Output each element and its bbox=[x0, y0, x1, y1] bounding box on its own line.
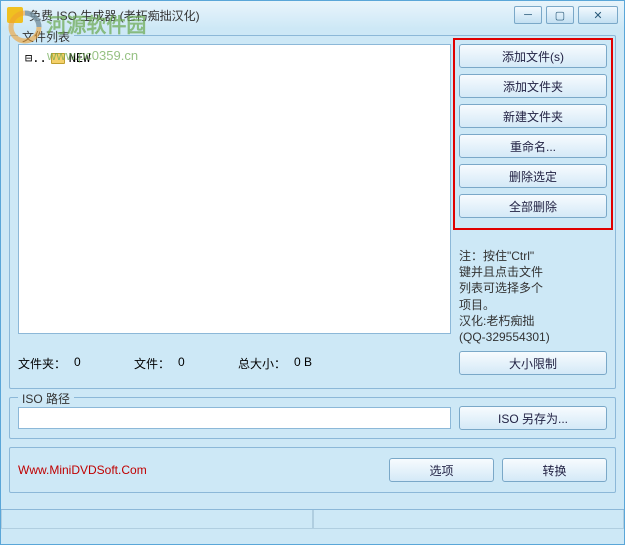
options-button[interactable]: 选项 bbox=[389, 458, 494, 482]
hint-line: 汉化:老朽痴拙 bbox=[459, 313, 607, 329]
iso-path-legend: ISO 路径 bbox=[18, 390, 74, 407]
stats-row: 文件夹： 0 文件： 0 总大小： 0 B bbox=[18, 355, 459, 372]
file-tree[interactable]: ⊟.. NEW bbox=[18, 44, 451, 334]
tree-root-label: NEW bbox=[69, 51, 91, 65]
rename-button[interactable]: 重命名... bbox=[459, 134, 607, 158]
minimize-button[interactable]: ─ bbox=[514, 6, 542, 24]
folders-value: 0 bbox=[74, 355, 104, 372]
tree-expand-icon[interactable]: ⊟.. bbox=[25, 51, 47, 65]
iso-path-fieldset: ISO 路径 ISO 另存为... bbox=[9, 397, 616, 439]
hint-line: 列表可选择多个 bbox=[459, 280, 607, 296]
app-icon bbox=[7, 7, 23, 23]
delete-all-button[interactable]: 全部删除 bbox=[459, 194, 607, 218]
convert-button[interactable]: 转换 bbox=[502, 458, 607, 482]
files-label: 文件： bbox=[134, 355, 170, 372]
hint-line: 注：按住"Ctrl" bbox=[459, 248, 607, 264]
bottom-fieldset: Www.MiniDVDSoft.Com 选项 转换 bbox=[9, 447, 616, 493]
statusbar-cell-1 bbox=[1, 510, 313, 529]
folders-label: 文件夹： bbox=[18, 355, 66, 372]
totalsize-value: 0 B bbox=[294, 355, 324, 372]
iso-saveas-button[interactable]: ISO 另存为... bbox=[459, 406, 607, 430]
window-controls: ─ ▢ ✕ bbox=[514, 6, 618, 24]
close-button[interactable]: ✕ bbox=[578, 6, 618, 24]
hint-line: 项目。 bbox=[459, 297, 607, 313]
statusbar-cell-2 bbox=[313, 510, 625, 529]
titlebar: 免费 ISO 生成器 (老朽痴拙汉化) ─ ▢ ✕ bbox=[1, 1, 624, 29]
hint-text: 注：按住"Ctrl" 键并且点击文件 列表可选择多个 项目。 汉化:老朽痴拙 (… bbox=[459, 248, 607, 345]
add-files-button[interactable]: 添加文件(s) bbox=[459, 44, 607, 68]
vendor-url[interactable]: Www.MiniDVDSoft.Com bbox=[18, 463, 381, 477]
hint-line: 键并且点击文件 bbox=[459, 264, 607, 280]
tree-root-node[interactable]: ⊟.. NEW bbox=[23, 49, 446, 67]
iso-path-input[interactable] bbox=[18, 407, 451, 429]
files-value: 0 bbox=[178, 355, 208, 372]
file-list-fieldset: 文件列表 ⊟.. NEW 添加文件(s) 添加文件夹 新建文件夹 重命 bbox=[9, 35, 616, 389]
app-window: 免费 ISO 生成器 (老朽痴拙汉化) ─ ▢ ✕ 河源软件园 www.pc03… bbox=[0, 0, 625, 545]
window-title: 免费 ISO 生成器 (老朽痴拙汉化) bbox=[29, 7, 514, 24]
statusbar bbox=[1, 509, 624, 529]
hint-line: (QQ-329554301) bbox=[459, 329, 607, 345]
maximize-button[interactable]: ▢ bbox=[546, 6, 574, 24]
delete-selected-button[interactable]: 删除选定 bbox=[459, 164, 607, 188]
new-folder-button[interactable]: 新建文件夹 bbox=[459, 104, 607, 128]
file-list-legend: 文件列表 bbox=[18, 28, 74, 45]
totalsize-label: 总大小： bbox=[238, 355, 286, 372]
add-folder-button[interactable]: 添加文件夹 bbox=[459, 74, 607, 98]
folder-icon bbox=[51, 53, 65, 64]
size-limit-button[interactable]: 大小限制 bbox=[459, 351, 607, 375]
